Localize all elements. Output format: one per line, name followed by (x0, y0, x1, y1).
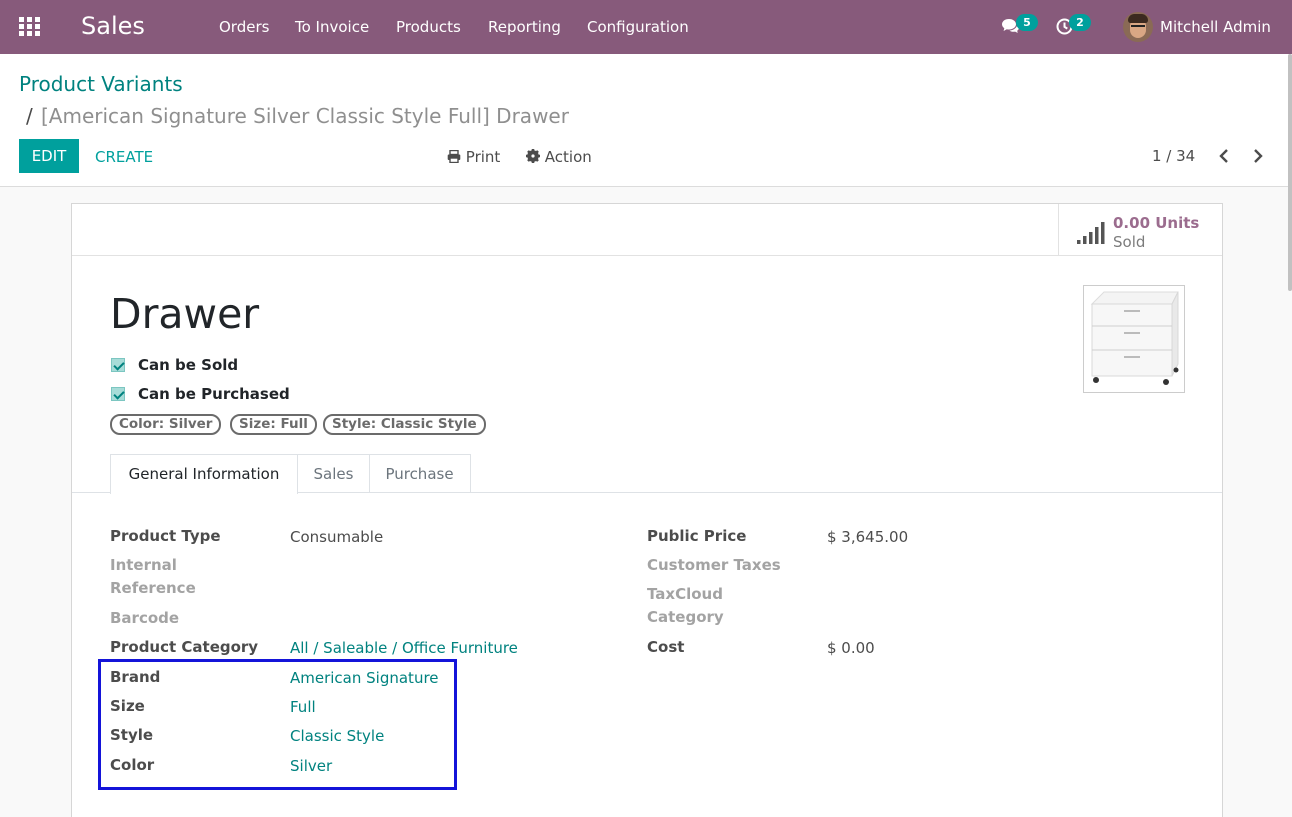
product-name-title: Drawer (110, 290, 260, 338)
top-navbar: Sales Orders To Invoice Products Reporti… (0, 0, 1292, 54)
units-sold-label: Sold (1113, 233, 1146, 251)
product-category-label: Product Category (110, 638, 259, 656)
public-price-value[interactable]: $ 3,645.00 (827, 528, 908, 546)
print-dropdown[interactable]: Print (447, 148, 500, 166)
pager-previous-icon[interactable] (1213, 144, 1237, 168)
action-dropdown[interactable]: Action (526, 148, 592, 166)
can-be-sold-checkbox[interactable] (111, 358, 125, 372)
breadcrumb-product-variants[interactable]: Product Variants (19, 72, 183, 96)
breadcrumb-current-record: [American Signature Silver Classic Style… (41, 104, 569, 128)
edit-button[interactable]: EDIT (19, 139, 79, 173)
signal-bars-icon (1077, 221, 1105, 245)
control-panel: Product Variants / [American Signature S… (0, 54, 1288, 187)
barcode-label: Barcode (110, 609, 180, 627)
menu-orders[interactable]: Orders (219, 18, 269, 36)
menu-configuration[interactable]: Configuration (587, 18, 689, 36)
taxcloud-category-label: TaxCloud Category (647, 585, 724, 626)
attribute-tag-color: Color: Silver (110, 414, 222, 435)
user-name[interactable]: Mitchell Admin (1160, 18, 1271, 36)
attribute-tag-size: Size: Full (230, 414, 317, 435)
tab-general-information[interactable]: General Information (110, 454, 298, 494)
can-be-purchased-label: Can be Purchased (138, 385, 290, 403)
can-be-purchased-checkbox[interactable] (111, 387, 125, 401)
product-category-link[interactable]: All / Saleable / Office Furniture (290, 639, 518, 657)
user-avatar[interactable] (1123, 12, 1153, 42)
menu-reporting[interactable]: Reporting (488, 18, 561, 36)
cost-value[interactable]: $ 0.00 (827, 639, 875, 657)
attribute-tag-style: Style: Classic Style (323, 414, 486, 435)
attributes-highlight-box (98, 659, 457, 790)
internal-reference-label: Internal Reference (110, 556, 196, 597)
units-sold-stat-button[interactable]: 0.00 Units Sold (1058, 204, 1222, 256)
customer-taxes-label: Customer Taxes (647, 556, 781, 574)
page-scrollbar[interactable] (1288, 54, 1292, 291)
activities-count-badge: 2 (1069, 14, 1091, 31)
product-type-value[interactable]: Consumable (290, 528, 383, 546)
print-label: Print (465, 148, 501, 166)
menu-to-invoice[interactable]: To Invoice (295, 18, 369, 36)
tab-purchase[interactable]: Purchase (369, 454, 471, 493)
app-name[interactable]: Sales (81, 12, 145, 40)
pager-next-icon[interactable] (1245, 144, 1269, 168)
messages-count-badge: 5 (1016, 14, 1038, 31)
public-price-label: Public Price (647, 527, 747, 545)
tab-sales[interactable]: Sales (298, 454, 370, 493)
gear-icon (526, 148, 540, 166)
units-sold-value: 0.00 Units (1113, 214, 1200, 232)
menu-products[interactable]: Products (396, 18, 461, 36)
product-image[interactable] (1083, 285, 1185, 393)
button-box: 0.00 Units Sold (72, 204, 1222, 256)
print-icon (447, 148, 461, 166)
action-label: Action (544, 148, 592, 166)
can-be-sold-label: Can be Sold (138, 356, 239, 374)
breadcrumb-separator: / (26, 104, 33, 128)
product-type-label: Product Type (110, 527, 221, 545)
cost-label: Cost (647, 638, 685, 656)
apps-menu-icon[interactable] (19, 17, 41, 37)
pager-value[interactable]: 1 / 34 (1152, 147, 1195, 165)
create-button[interactable]: CREATE (95, 148, 153, 166)
